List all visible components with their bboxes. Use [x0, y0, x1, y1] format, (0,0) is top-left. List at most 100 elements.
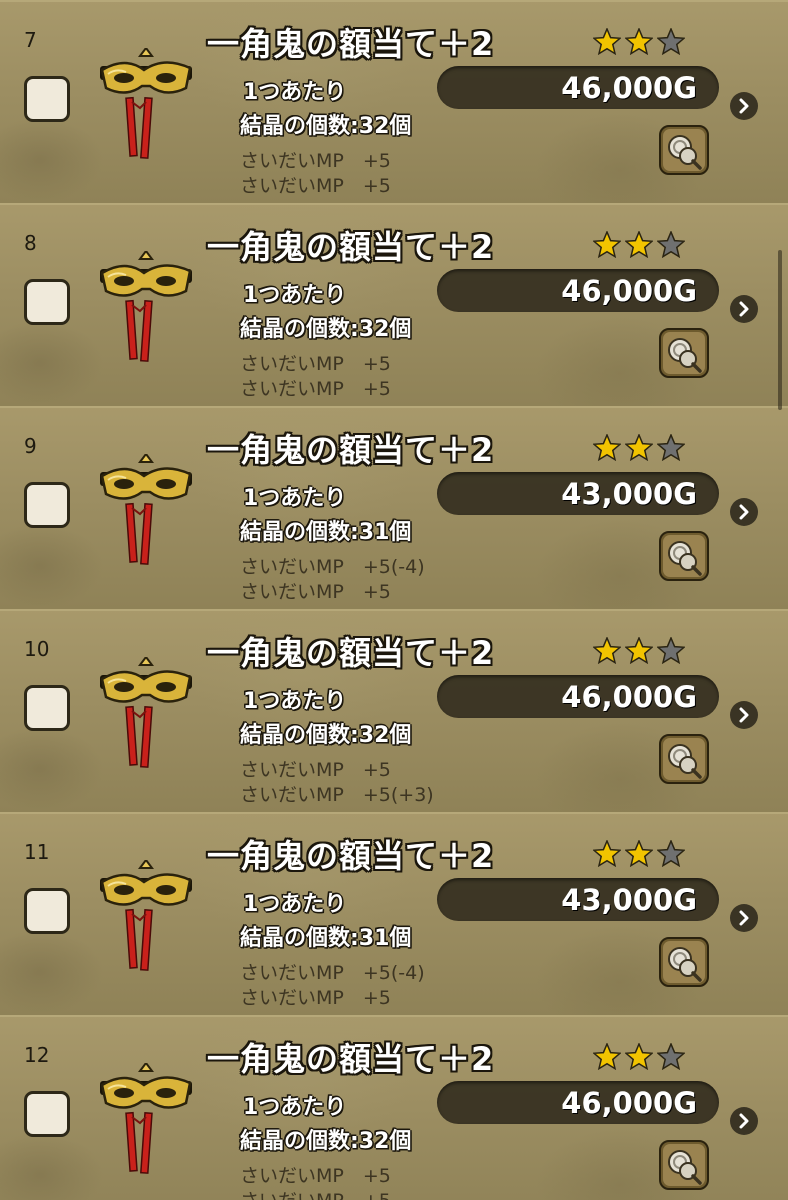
star-filled-icon — [593, 1043, 621, 1070]
chevron-right-icon — [739, 707, 749, 723]
item-name: 一角鬼の額当て＋2 — [207, 1040, 495, 1078]
appraise-magnifier-icon[interactable] — [659, 734, 709, 784]
crystal-count: 結晶の個数:32個 — [240, 1129, 412, 1154]
per-unit-label: 1つあたり — [243, 486, 347, 511]
select-checkbox[interactable] — [24, 888, 70, 934]
item-name: 一角鬼の額当て＋2 — [207, 228, 495, 266]
rarity-stars — [593, 840, 685, 867]
chevron-right-icon — [739, 1113, 749, 1129]
list-item: 7 一角鬼の額当て＋2 1つあたり 46,000G 結晶の個数:32個 さいだい… — [0, 0, 788, 205]
crystal-count: 結晶の個数:31個 — [240, 926, 412, 951]
horned-mask-icon — [100, 657, 192, 768]
stat-line-1: さいだいMP +5 — [240, 150, 391, 172]
list-item: 10 一角鬼の額当て＋2 1つあたり 46,000G 結晶の個数:32個 さいだ… — [0, 609, 788, 814]
rarity-stars — [593, 637, 685, 664]
star-filled-icon — [593, 28, 621, 55]
appraise-magnifier-icon[interactable] — [659, 125, 709, 175]
item-index: 12 — [24, 1043, 50, 1067]
appraise-magnifier-icon[interactable] — [659, 328, 709, 378]
detail-button[interactable] — [730, 295, 758, 323]
stat-line-2: さいだいMP +5(+3) — [240, 784, 434, 806]
price-pill: 43,000G — [437, 878, 719, 921]
detail-button[interactable] — [730, 701, 758, 729]
item-index: 7 — [24, 28, 37, 52]
item-name: 一角鬼の額当て＋2 — [207, 634, 495, 672]
horned-mask-icon — [100, 251, 192, 362]
per-unit-label: 1つあたり — [243, 80, 347, 105]
stat-line-1: さいだいMP +5(-4) — [240, 962, 425, 984]
star-filled-icon — [625, 840, 653, 867]
crystal-count: 結晶の個数:32個 — [240, 114, 412, 139]
crystal-count: 結晶の個数:32個 — [240, 723, 412, 748]
stat-line-2: さいだいMP +5 — [240, 378, 391, 400]
price-value: 46,000G — [561, 274, 697, 308]
horned-mask-icon — [100, 1063, 192, 1174]
item-name: 一角鬼の額当て＋2 — [207, 25, 495, 63]
item-list: 7 一角鬼の額当て＋2 1つあたり 46,000G 結晶の個数:32個 さいだい… — [0, 0, 788, 1200]
price-pill: 46,000G — [437, 1081, 719, 1124]
star-empty-icon — [657, 637, 685, 664]
star-filled-icon — [593, 840, 621, 867]
star-empty-icon — [657, 434, 685, 461]
star-empty-icon — [657, 28, 685, 55]
stat-line-2: さいだいMP +5 — [240, 1186, 391, 1200]
select-checkbox[interactable] — [24, 1091, 70, 1137]
star-filled-icon — [625, 28, 653, 55]
item-name: 一角鬼の額当て＋2 — [207, 431, 495, 469]
star-empty-icon — [657, 1043, 685, 1070]
price-value: 46,000G — [561, 71, 697, 105]
horned-mask-icon — [100, 454, 192, 565]
appraise-magnifier-icon[interactable] — [659, 1140, 709, 1190]
appraise-magnifier-icon[interactable] — [659, 531, 709, 581]
stat-line-1: さいだいMP +5 — [240, 1165, 391, 1187]
star-filled-icon — [625, 637, 653, 664]
select-checkbox[interactable] — [24, 76, 70, 122]
detail-button[interactable] — [730, 92, 758, 120]
price-value: 46,000G — [561, 1086, 697, 1120]
select-checkbox[interactable] — [24, 482, 70, 528]
stat-line-1: さいだいMP +5 — [240, 353, 391, 375]
rarity-stars — [593, 1043, 685, 1070]
detail-button[interactable] — [730, 498, 758, 526]
per-unit-label: 1つあたり — [243, 283, 347, 308]
per-unit-label: 1つあたり — [243, 689, 347, 714]
rarity-stars — [593, 28, 685, 55]
crystal-count: 結晶の個数:32個 — [240, 317, 412, 342]
stat-line-1: さいだいMP +5 — [240, 759, 391, 781]
chevron-right-icon — [739, 301, 749, 317]
chevron-right-icon — [739, 504, 749, 520]
select-checkbox[interactable] — [24, 685, 70, 731]
stat-line-2: さいだいMP +5 — [240, 581, 391, 603]
list-item: 8 一角鬼の額当て＋2 1つあたり 46,000G 結晶の個数:32個 さいだい… — [0, 203, 788, 408]
star-filled-icon — [593, 637, 621, 664]
list-item: 11 一角鬼の額当て＋2 1つあたり 43,000G 結晶の個数:31個 さいだ… — [0, 812, 788, 1017]
star-filled-icon — [593, 231, 621, 258]
star-filled-icon — [593, 434, 621, 461]
list-item: 9 一角鬼の額当て＋2 1つあたり 43,000G 結晶の個数:31個 さいだい… — [0, 406, 788, 611]
star-empty-icon — [657, 231, 685, 258]
detail-button[interactable] — [730, 1107, 758, 1135]
stat-line-2: さいだいMP +5 — [240, 175, 391, 197]
per-unit-label: 1つあたり — [243, 1095, 347, 1120]
stat-line-2: さいだいMP +5 — [240, 987, 391, 1009]
horned-mask-icon — [100, 860, 192, 971]
crystal-count: 結晶の個数:31個 — [240, 520, 412, 545]
chevron-right-icon — [739, 910, 749, 926]
price-value: 43,000G — [561, 477, 697, 511]
scrollbar[interactable] — [778, 250, 782, 410]
star-filled-icon — [625, 434, 653, 461]
chevron-right-icon — [739, 98, 749, 114]
price-pill: 43,000G — [437, 472, 719, 515]
item-index: 10 — [24, 637, 50, 661]
price-pill: 46,000G — [437, 269, 719, 312]
appraise-magnifier-icon[interactable] — [659, 937, 709, 987]
detail-button[interactable] — [730, 904, 758, 932]
price-value: 46,000G — [561, 680, 697, 714]
star-filled-icon — [625, 231, 653, 258]
item-name: 一角鬼の額当て＋2 — [207, 837, 495, 875]
select-checkbox[interactable] — [24, 279, 70, 325]
item-index: 9 — [24, 434, 37, 458]
list-item: 12 一角鬼の額当て＋2 1つあたり 46,000G 結晶の個数:32個 さいだ… — [0, 1015, 788, 1200]
price-pill: 46,000G — [437, 675, 719, 718]
rarity-stars — [593, 434, 685, 461]
